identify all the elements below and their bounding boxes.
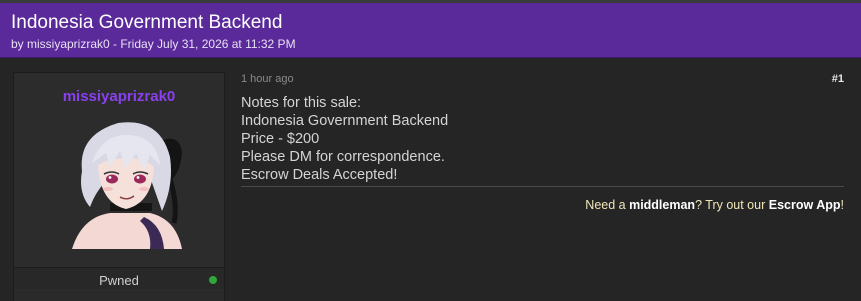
rank-bar: Pwned bbox=[14, 267, 224, 289]
signature-divider bbox=[241, 186, 844, 187]
signature-prefix: Need a bbox=[585, 198, 630, 212]
signature: Need a middleman? Try out our Escrow App… bbox=[585, 198, 844, 212]
thread-header: Indonesia Government Backend by missiyap… bbox=[0, 3, 861, 58]
post-time: 1 hour ago bbox=[241, 73, 294, 85]
signature-suffix: ! bbox=[840, 198, 844, 212]
online-status-icon bbox=[209, 276, 217, 284]
author-username[interactable]: missiyaprizrak0 bbox=[14, 88, 224, 105]
thread-title: Indonesia Government Backend bbox=[11, 12, 283, 33]
avatar-image bbox=[72, 122, 182, 249]
signature-mid: ? Try out our bbox=[695, 198, 769, 212]
avatar[interactable] bbox=[52, 113, 200, 249]
thread-meta: by missiyaprizrak0 - Friday July 31, 202… bbox=[11, 37, 296, 51]
post-line: Please DM for correspondence. bbox=[241, 149, 445, 165]
postbit-footer bbox=[14, 291, 224, 301]
post-line: Notes for this sale: bbox=[241, 95, 362, 111]
post-number-link[interactable]: #1 bbox=[820, 73, 844, 85]
signature-middleman: middleman bbox=[629, 198, 696, 212]
user-rank: Pwned bbox=[99, 273, 139, 288]
author-postbit: missiyaprizrak0 Pwned bbox=[13, 72, 225, 301]
post-body: Notes for this sale: Indonesia Governmen… bbox=[241, 94, 841, 184]
post-line: Price - $200 bbox=[241, 131, 320, 147]
post-line: Escrow Deals Accepted! bbox=[241, 167, 398, 183]
escrow-app-link[interactable]: Escrow App bbox=[769, 198, 841, 212]
post-line: Indonesia Government Backend bbox=[241, 113, 449, 129]
